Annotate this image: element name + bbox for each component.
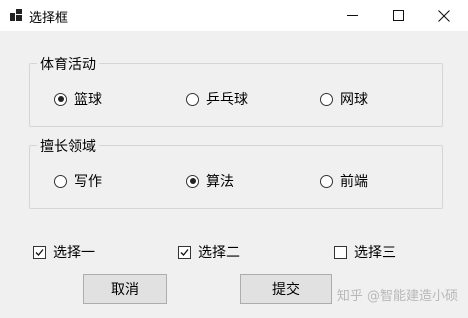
radio-circle[interactable] <box>320 92 333 106</box>
checkbox-box[interactable] <box>33 245 46 259</box>
skills-group-title: 擅长领域 <box>37 136 99 156</box>
watermark: 知乎 @智能建造小硕 <box>336 289 458 304</box>
radio-label: 算法 <box>206 174 234 190</box>
radio-label: 前端 <box>340 174 368 190</box>
window-title: 选择框 <box>29 11 69 26</box>
radio-writing[interactable]: 写作 <box>54 171 102 191</box>
skills-groupbox: 擅长领域 写作 算法 前端 <box>29 136 443 209</box>
radio-pingpong[interactable]: 乒乓球 <box>186 89 248 109</box>
checkbox-option-1[interactable]: 选择一 <box>33 242 95 262</box>
radio-circle[interactable] <box>186 92 199 106</box>
radio-tennis[interactable]: 网球 <box>320 89 368 109</box>
radio-label: 网球 <box>340 92 368 108</box>
radio-basketball[interactable]: 篮球 <box>54 89 102 109</box>
submit-button[interactable]: 提交 <box>240 274 332 304</box>
radio-frontend[interactable]: 前端 <box>320 171 368 191</box>
sports-group-title: 体育活动 <box>37 54 99 74</box>
checkbox-option-3[interactable]: 选择三 <box>334 242 396 262</box>
maximize-icon <box>392 10 404 21</box>
checkbox-label: 选择一 <box>53 245 95 261</box>
sports-groupbox: 体育活动 篮球 乒乓球 网球 <box>29 54 443 127</box>
minimize-icon <box>346 15 358 16</box>
radio-circle[interactable] <box>320 174 333 188</box>
checkbox-option-2[interactable]: 选择二 <box>178 242 240 262</box>
minimize-button[interactable] <box>329 0 375 31</box>
app-window-icon[interactable] <box>10 9 22 21</box>
radio-label: 乒乓球 <box>206 92 248 108</box>
radio-label: 写作 <box>74 174 102 190</box>
radio-circle[interactable] <box>54 92 67 106</box>
cancel-button[interactable]: 取消 <box>83 274 167 304</box>
close-button[interactable] <box>421 0 467 31</box>
checkbox-box[interactable] <box>334 245 347 259</box>
checkbox-label: 选择二 <box>198 245 240 261</box>
title-bar: 选择框 <box>0 0 468 31</box>
checkbox-label: 选择三 <box>354 245 396 261</box>
radio-label: 篮球 <box>74 92 102 108</box>
checkbox-box[interactable] <box>178 245 191 259</box>
checkmark-icon <box>35 248 44 256</box>
close-icon <box>438 9 450 22</box>
radio-circle[interactable] <box>54 174 67 188</box>
radio-circle[interactable] <box>186 174 199 188</box>
radio-algorithm[interactable]: 算法 <box>186 171 234 191</box>
checkmark-icon <box>180 248 189 256</box>
maximize-button[interactable] <box>375 0 421 31</box>
